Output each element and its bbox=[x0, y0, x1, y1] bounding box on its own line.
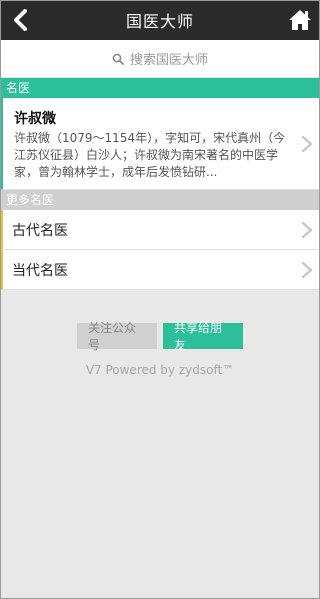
list-item-modern-doctors[interactable]: 当代名医 bbox=[0, 250, 320, 290]
doctor-name: 许叔微 bbox=[14, 111, 56, 127]
search-bar[interactable]: 搜索国医大师 bbox=[0, 40, 320, 78]
chevron-right-icon bbox=[301, 261, 313, 278]
share-friends-button[interactable]: 共享给朋友 bbox=[163, 321, 243, 352]
page-title: 国医大师 bbox=[125, 12, 194, 31]
chevron-right-icon bbox=[301, 221, 313, 238]
list-item-label: 古代名医 bbox=[12, 222, 68, 239]
back-button[interactable] bbox=[6, 5, 36, 35]
section-more-header: 更多名医 bbox=[0, 190, 320, 210]
doctor-description: 许叔微（1079～1154年），字知可，宋代真州（今江苏仪征县）白沙人；许叔微为… bbox=[14, 131, 286, 179]
home-button[interactable] bbox=[286, 6, 314, 34]
list-item-ancient-doctors[interactable]: 古代名医 bbox=[0, 210, 320, 250]
powered-by-footer: V7 Powered by zydsoft™ bbox=[85, 363, 235, 377]
featured-doctor-card[interactable]: 许叔微 许叔微（1079～1154年），字知可，宋代真州（今江苏仪征县）白沙人；… bbox=[0, 98, 320, 190]
chevron-right-icon bbox=[301, 135, 313, 152]
section-featured-header: 名医 bbox=[0, 78, 320, 98]
back-chevron-icon bbox=[14, 9, 27, 31]
action-buttons: 关注公众号 共享给朋友 bbox=[0, 321, 320, 352]
list-item-label: 当代名医 bbox=[12, 262, 68, 279]
follow-account-button[interactable]: 关注公众号 bbox=[77, 321, 157, 352]
search-icon bbox=[112, 53, 124, 65]
search-placeholder: 搜索国医大师 bbox=[129, 53, 208, 68]
home-icon bbox=[289, 10, 311, 30]
app-header: 国医大师 bbox=[0, 0, 320, 40]
